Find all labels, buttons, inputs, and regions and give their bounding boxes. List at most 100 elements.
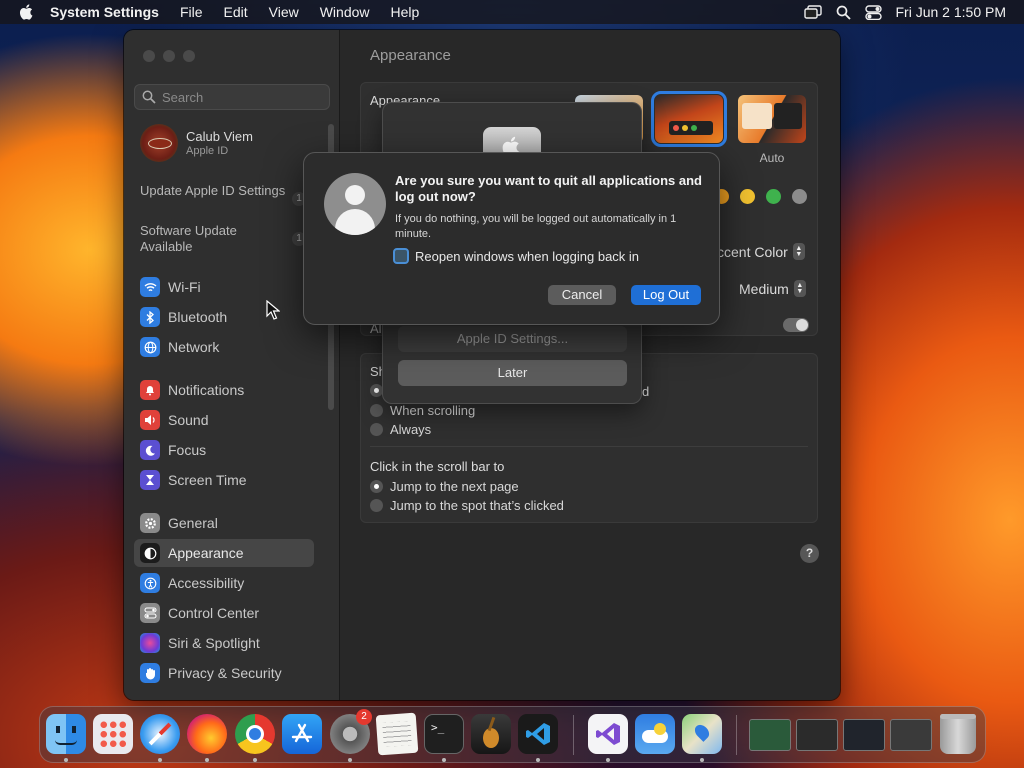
radio-indicator: [370, 499, 383, 512]
apple-id-settings-button[interactable]: Apple ID Settings...: [398, 326, 627, 352]
profile-name: Calub Viem: [186, 129, 253, 144]
accent-color-graphite[interactable]: [792, 189, 807, 204]
accent-color-yellow[interactable]: [740, 189, 755, 204]
minimized-window-thumbnail[interactable]: [843, 719, 885, 751]
globe-icon: [140, 337, 160, 357]
user-icon: [324, 173, 386, 235]
wallpaper-tinting-toggle[interactable]: [783, 318, 809, 332]
sidebar-item-label: Siri & Spotlight: [168, 635, 260, 651]
minimized-window-thumbnail[interactable]: [749, 719, 791, 751]
sidebar-item-control-center[interactable]: Control Center: [134, 599, 314, 627]
menu-file[interactable]: File: [180, 4, 203, 20]
running-indicator: [348, 758, 352, 762]
sidebar-item-network[interactable]: Network: [134, 333, 314, 361]
divider: [370, 446, 808, 447]
profile-subtitle: Apple ID: [186, 145, 229, 157]
radio-automatic-label-tail: d: [642, 384, 650, 399]
sidebar-item-privacy-security[interactable]: Privacy & Security: [134, 659, 314, 687]
radio-jump-to-spot[interactable]: Jump to the spot that’s clicked: [370, 498, 564, 513]
cancel-button[interactable]: Cancel: [548, 285, 616, 305]
radio-jump-next-page[interactable]: Jump to the next page: [370, 479, 519, 494]
menu-clock[interactable]: Fri Jun 2 1:50 PM: [896, 4, 1007, 20]
avatar: [140, 124, 178, 162]
highlight-color-select[interactable]: Medium ▲ ▼: [739, 280, 806, 297]
software-update-notice[interactable]: Software Update Available: [140, 223, 290, 255]
sidebar-item-label: Sound: [168, 412, 209, 428]
minimized-window-thumbnail[interactable]: [890, 719, 932, 751]
trash-icon[interactable]: [940, 714, 976, 754]
weather-icon[interactable]: [635, 714, 675, 754]
radio-label: Jump to the next page: [390, 479, 519, 494]
sidebar-item-label: Network: [168, 339, 220, 355]
visual-studio-icon[interactable]: [588, 714, 628, 754]
close-window-button[interactable]: [143, 50, 155, 62]
spotlight-search-icon[interactable]: [836, 5, 851, 20]
sidebar-item-bluetooth[interactable]: Bluetooth: [134, 303, 314, 331]
update-apple-id-notice[interactable]: Update Apple ID Settings: [140, 183, 290, 199]
running-indicator: [700, 758, 704, 762]
appearance-dark-thumbnail[interactable]: [651, 91, 727, 147]
sidebar-item-label: General: [168, 515, 218, 531]
siri-icon: [140, 633, 160, 653]
appearance-auto-thumbnail[interactable]: [738, 95, 806, 143]
dock: 2 >_: [39, 706, 986, 763]
hand-icon: [140, 663, 160, 683]
radio-when-scrolling[interactable]: When scrolling: [370, 403, 475, 418]
menu-window[interactable]: Window: [320, 4, 370, 20]
hourglass-icon: [140, 470, 160, 490]
sidebar-item-appearance[interactable]: Appearance: [134, 539, 314, 567]
sidebar-item-accessibility[interactable]: Accessibility: [134, 569, 314, 597]
gear-icon: [140, 513, 160, 533]
zoom-window-button[interactable]: [183, 50, 195, 62]
menu-app-name[interactable]: System Settings: [50, 4, 159, 20]
log-out-button[interactable]: Log Out: [631, 285, 701, 305]
chrome-icon[interactable]: [235, 714, 275, 754]
wifi-icon: [140, 277, 160, 297]
minimize-window-button[interactable]: [163, 50, 175, 62]
apple-id-profile[interactable]: Calub Viem Apple ID: [140, 124, 253, 162]
app-store-icon[interactable]: [282, 714, 322, 754]
sidebar-item-wifi[interactable]: Wi-Fi: [134, 273, 314, 301]
control-center-icon[interactable]: [864, 4, 882, 20]
reopen-windows-checkbox[interactable]: Reopen windows when logging back in: [393, 248, 639, 264]
textedit-icon[interactable]: [375, 712, 419, 756]
launchpad-icon[interactable]: [93, 714, 133, 754]
accent-color-green[interactable]: [766, 189, 781, 204]
apple-menu-icon[interactable]: [18, 3, 36, 21]
menu-edit[interactable]: Edit: [224, 4, 248, 20]
accent-color-label[interactable]: ccent Color ▲ ▼: [717, 243, 805, 260]
highlight-value: Medium: [739, 280, 789, 297]
search-input[interactable]: [162, 89, 312, 105]
dock-separator: [736, 715, 737, 755]
settings-badge: 2: [356, 709, 372, 725]
sidebar-item-screen-time[interactable]: Screen Time: [134, 466, 314, 494]
sidebar: Calub Viem Apple ID Update Apple ID Sett…: [124, 30, 340, 700]
page-title: Appearance: [370, 47, 451, 64]
maps-icon[interactable]: [682, 714, 722, 754]
sidebar-item-general[interactable]: General: [134, 509, 314, 537]
sidebar-item-notifications[interactable]: Notifications: [134, 376, 314, 404]
vscode-icon[interactable]: [518, 714, 558, 754]
later-button[interactable]: Later: [398, 360, 627, 386]
help-button[interactable]: ?: [800, 544, 819, 563]
checkbox-box[interactable]: [393, 248, 409, 264]
minimized-window-thumbnail[interactable]: [796, 719, 838, 751]
screen-mirroring-icon[interactable]: [803, 5, 822, 19]
accessibility-icon: [140, 573, 160, 593]
firefox-icon[interactable]: [187, 714, 227, 754]
running-indicator: [205, 758, 209, 762]
menu-view[interactable]: View: [269, 4, 299, 20]
radio-always[interactable]: Always: [370, 422, 431, 437]
terminal-icon[interactable]: >_: [424, 714, 464, 754]
safari-icon[interactable]: [140, 714, 180, 754]
sidebar-item-sound[interactable]: Sound: [134, 406, 314, 434]
search-box[interactable]: [134, 84, 330, 110]
menu-help[interactable]: Help: [391, 4, 420, 20]
finder-icon[interactable]: [46, 714, 86, 754]
sidebar-item-label: Control Center: [168, 605, 260, 621]
sidebar-item-siri-spotlight[interactable]: Siri & Spotlight: [134, 629, 314, 657]
bluetooth-icon: [140, 307, 160, 327]
garageband-icon[interactable]: [471, 714, 511, 754]
sidebar-item-focus[interactable]: Focus: [134, 436, 314, 464]
menu-bar: System Settings File Edit View Window He…: [0, 0, 1024, 24]
